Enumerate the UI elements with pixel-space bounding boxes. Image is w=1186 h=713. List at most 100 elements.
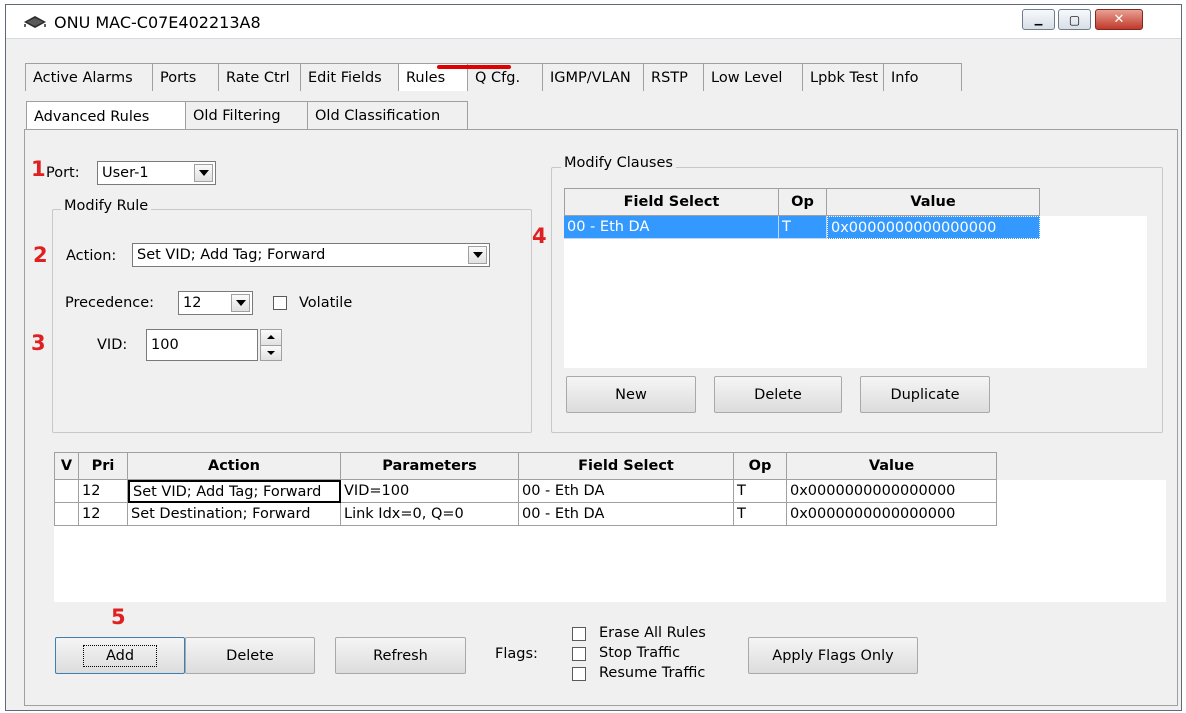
resume-traffic-label: Resume Traffic [599,665,706,681]
spin-down-icon[interactable] [261,345,281,360]
app-window: ONU MAC-C07E402213A8 ▁ ▢ ✕ Active Alarms… [5,4,1182,711]
column-header-value[interactable]: Value [827,188,1040,216]
rule-params-cell[interactable]: VID=100 [341,480,519,503]
erase-all-rules-label: Erase All Rules [599,625,706,641]
subtab-old-classification[interactable]: Old Classification [307,101,468,129]
column-header-field-select[interactable]: Field Select [519,452,734,480]
column-header-pri[interactable]: Pri [79,452,128,480]
port-select[interactable]: User-1 [97,161,216,185]
clauses-grid-header: Field Select Op Value [564,188,1147,216]
erase-all-rules-checkbox[interactable] [572,627,586,641]
volatile-label: Volatile [299,295,353,311]
modify-clauses-title: Modify Clauses [561,155,676,171]
table-row[interactable]: 00 - Eth DA T 0x0000000000000000 [564,216,1147,239]
clause-value-cell[interactable]: 0x0000000000000000 [827,216,1040,239]
rule-value-cell[interactable]: 0x0000000000000000 [787,480,997,503]
resume-traffic-checkbox[interactable] [572,667,586,681]
rule-v-cell[interactable] [54,503,79,526]
subtab-old-filtering[interactable]: Old Filtering [185,101,308,129]
sub-tabs: Advanced Rules Old Filtering Old Classif… [26,101,468,131]
clause-field-cell[interactable]: 00 - Eth DA [564,216,779,239]
tab-rstp[interactable]: RSTP [643,63,704,91]
chevron-down-icon[interactable] [194,164,213,182]
port-select-value: User-1 [102,165,149,181]
rule-op-cell[interactable]: T [734,480,787,503]
rules-grid-header: V Pri Action Parameters Field Select Op … [54,452,1166,480]
column-header-field-select[interactable]: Field Select [564,188,779,216]
vid-spinner[interactable] [260,329,282,361]
rule-pri-cell[interactable]: 12 [79,503,128,526]
precedence-select-value: 12 [183,295,202,311]
clause-op-cell[interactable]: T [779,216,827,239]
rule-field-cell[interactable]: 00 - Eth DA [519,480,734,503]
maximize-button[interactable]: ▢ [1058,9,1091,30]
minimize-button[interactable]: ▁ [1022,9,1055,30]
flags-label: Flags: [495,646,538,662]
volatile-checkbox[interactable] [273,296,287,310]
action-label: Action: [66,248,117,264]
window-title: ONU MAC-C07E402213A8 [54,13,261,32]
stop-traffic-checkbox[interactable] [572,647,586,661]
marker-2: 2 [33,243,48,267]
apply-flags-only-button[interactable]: Apply Flags Only [748,637,918,674]
rules-tab-underline [437,65,511,69]
column-header-parameters[interactable]: Parameters [341,452,519,480]
subtab-advanced-rules[interactable]: Advanced Rules [26,101,186,131]
chevron-down-icon[interactable] [468,246,487,264]
duplicate-clause-button[interactable]: Duplicate [860,376,990,413]
chip-app-icon [24,16,46,28]
tab-low-level[interactable]: Low Level [703,63,803,91]
tab-info[interactable]: Info [883,63,962,91]
column-header-action[interactable]: Action [128,452,341,480]
tab-lpbk-test[interactable]: Lpbk Test [802,63,884,91]
precedence-label: Precedence: [65,295,155,311]
close-button[interactable]: ✕ [1095,9,1143,30]
action-select-value: Set VID; Add Tag; Forward [137,247,326,263]
vid-label: VID: [97,337,128,353]
chevron-down-icon[interactable] [231,294,250,312]
tab-ports[interactable]: Ports [152,63,219,91]
marker-3: 3 [31,331,46,355]
column-header-op[interactable]: Op [779,188,827,216]
rule-params-cell[interactable]: Link Idx=0, Q=0 [341,503,519,526]
spin-up-icon[interactable] [261,330,281,346]
port-label: Port: [46,165,80,181]
vid-input-value: 100 [151,337,179,353]
column-header-op[interactable]: Op [734,452,787,480]
title-bar[interactable]: ONU MAC-C07E402213A8 ▁ ▢ ✕ [6,5,1181,39]
delete-rule-button[interactable]: Delete [185,637,315,674]
refresh-button[interactable]: Refresh [335,637,466,674]
add-rule-label: Add [82,644,158,667]
clauses-grid[interactable]: Field Select Op Value 00 - Eth DA T 0x00… [564,188,1147,368]
rule-action-cell[interactable]: Set Destination; Forward [128,503,341,526]
action-select[interactable]: Set VID; Add Tag; Forward [132,243,490,267]
advanced-rules-panel: 1 Port: User-1 Modify Rule 2 Action: Set… [24,129,1178,706]
rules-grid[interactable]: V Pri Action Parameters Field Select Op … [54,452,1166,602]
tab-igmp-vlan[interactable]: IGMP/VLAN [542,63,644,91]
close-icon: ✕ [1113,12,1125,27]
rule-value-cell[interactable]: 0x0000000000000000 [787,503,997,526]
delete-clause-button[interactable]: Delete [714,376,842,413]
maximize-icon: ▢ [1068,12,1081,27]
tab-active-alarms[interactable]: Active Alarms [25,63,153,91]
rule-pri-cell[interactable]: 12 [79,480,128,503]
vid-input[interactable]: 100 [146,329,258,361]
minimize-icon: ▁ [1034,15,1043,26]
table-row[interactable]: 12 Set Destination; Forward Link Idx=0, … [54,503,1166,526]
rule-v-cell[interactable] [54,480,79,503]
table-row[interactable]: 12 Set VID; Add Tag; Forward VID=100 00 … [54,480,1166,503]
rule-field-cell[interactable]: 00 - Eth DA [519,503,734,526]
column-header-v[interactable]: V [54,452,79,480]
rule-action-cell[interactable]: Set VID; Add Tag; Forward [128,480,341,503]
tab-edit-fields[interactable]: Edit Fields [300,63,399,91]
rule-op-cell[interactable]: T [734,503,787,526]
precedence-select[interactable]: 12 [178,291,253,315]
marker-1: 1 [31,157,46,181]
marker-5: 5 [111,605,126,629]
add-rule-button[interactable]: Add [55,637,185,674]
stop-traffic-label: Stop Traffic [599,645,681,661]
column-header-value[interactable]: Value [787,452,997,480]
tab-rate-ctrl[interactable]: Rate Ctrl [218,63,301,91]
modify-rule-title: Modify Rule [61,198,152,214]
new-clause-button[interactable]: New [566,376,696,413]
